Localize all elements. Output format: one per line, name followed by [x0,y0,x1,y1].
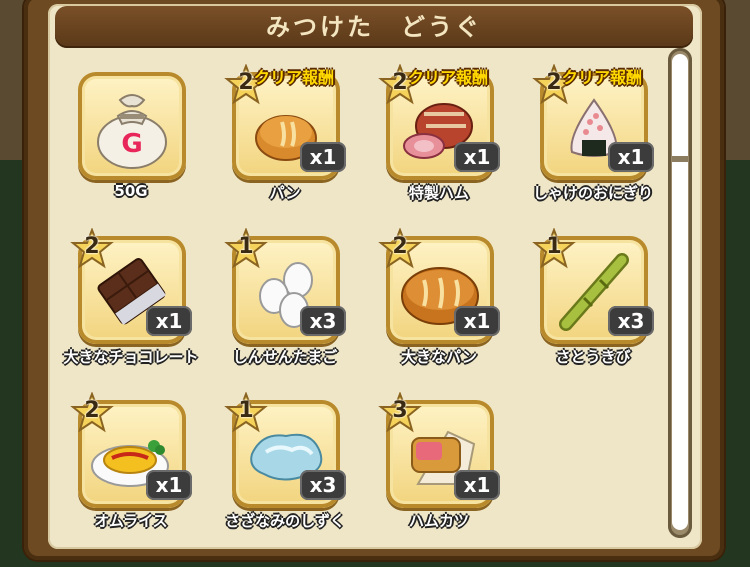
item-name: しゃけのおにぎり [532,184,653,202]
item-slot-bread[interactable]: 2 クリア報酬 x1 パン [220,62,350,212]
quantity-badge: x1 [146,306,192,336]
svg-text:G: G [121,129,142,159]
item-name: パン [269,184,301,202]
item-name: 特製ハム [408,184,469,202]
item-name: オムライス [94,512,168,530]
item-slot-omurice[interactable]: 2 x1 オムライス [66,390,196,540]
item-slot-sugarcane[interactable]: 1 x3 さとうきび [528,226,658,376]
star-rank: 2 [392,234,408,259]
quantity-badge: x1 [454,142,500,172]
item-name: しんせんたまご [232,348,338,366]
gold-bag-icon: G [97,94,167,169]
clear-reward-label: クリア報酬 [562,68,643,87]
item-slot-big-bread[interactable]: 2 x1 大きなパン [374,226,504,376]
star-rank: 3 [392,398,408,423]
quantity-badge: x3 [300,306,346,336]
item-slot-ham[interactable]: 2 クリア報酬 x1 特製ハム [374,62,504,212]
item-slot-chocolate[interactable]: 2 x1 大きなチョコレート [63,226,199,376]
item-slot-eggs[interactable]: 1 x3 しんせんたまご [220,226,350,376]
item-slot-gold[interactable]: G 50G [66,62,196,212]
item-name: 大きなチョコレート [63,348,199,366]
quantity-badge: x1 [454,470,500,500]
panel-title: みつけた どうぐ [266,13,482,41]
star-rank: 2 [84,398,100,423]
item-slot-water-drop[interactable]: 1 x3 さざなみのしずく [220,390,350,540]
item-slot-onigiri[interactable]: 2 クリア報酬 x1 しゃけのおにぎり [528,62,658,212]
item-name: さとうきび [555,348,631,366]
quantity-badge: x3 [300,470,346,500]
scrollbar[interactable] [668,48,692,538]
star-rank: 1 [546,234,562,259]
scroll-thumb-grip [672,156,688,162]
quantity-badge: x1 [300,142,346,172]
star-rank: 2 [84,234,100,259]
title-bar: みつけた どうぐ [55,6,693,48]
item-name: ハムカツ [408,512,469,530]
item-name: 50G [114,182,148,200]
star-rank: 1 [238,398,254,423]
quantity-badge: x1 [454,306,500,336]
item-name: 大きなパン [401,348,477,366]
item-name: さざなみのしずく [225,512,345,530]
star-rank: 1 [238,234,254,259]
clear-reward-label: クリア報酬 [408,68,489,87]
quantity-badge: x3 [608,306,654,336]
quantity-badge: x1 [608,142,654,172]
item-slot-ham-cutlet[interactable]: 3 x1 ハムカツ [374,390,504,540]
quantity-badge: x1 [146,470,192,500]
scroll-thumb[interactable] [672,54,688,530]
clear-reward-label: クリア報酬 [254,68,335,87]
